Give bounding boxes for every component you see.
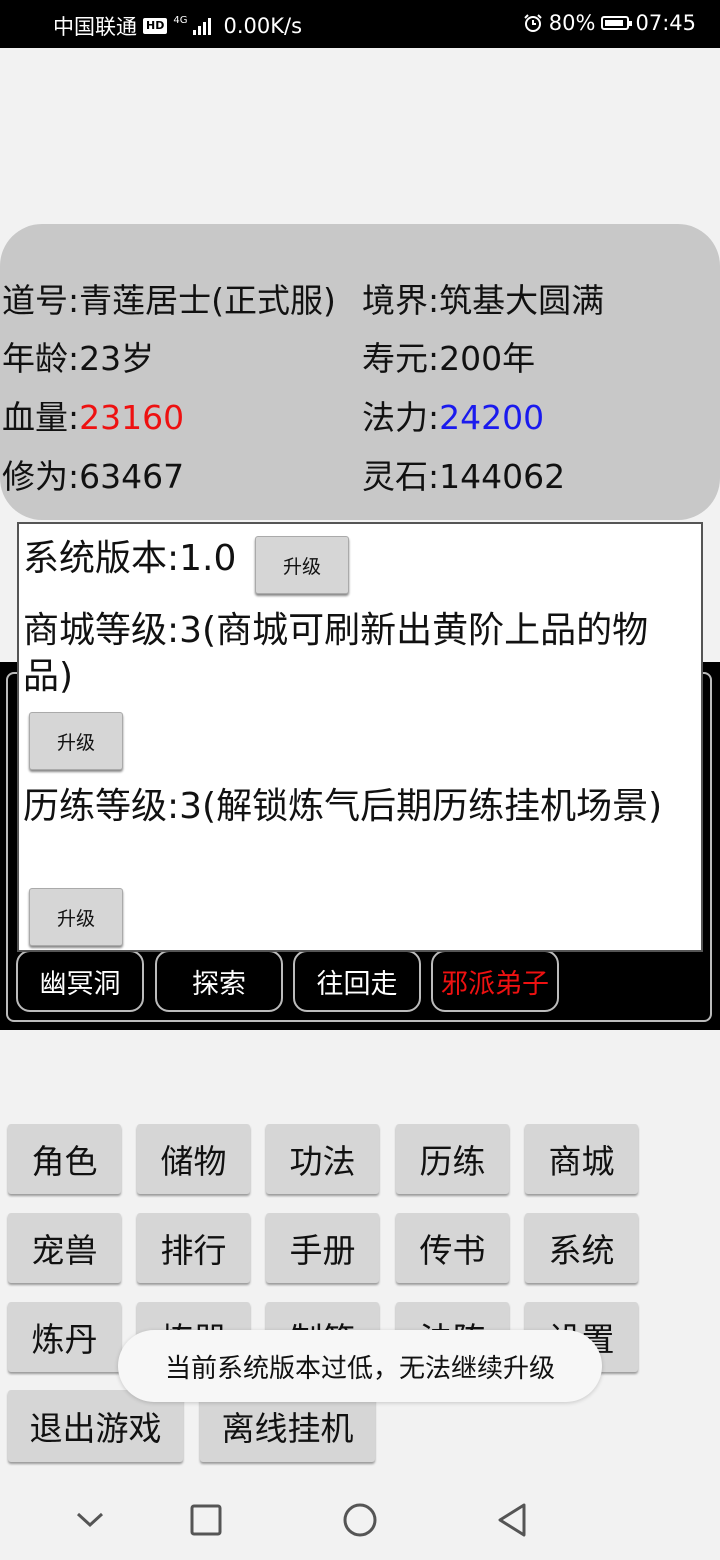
menu-character[interactable]: 角色 [8,1124,121,1194]
menu-ranking[interactable]: 排行 [137,1213,250,1283]
menu-manual[interactable]: 手册 [266,1213,379,1283]
network-speed: 0.00K/s [223,14,303,38]
status-left: 中国联通 HD 4G 0.00K/s [53,11,302,41]
menu-system[interactable]: 系统 [525,1213,638,1283]
scene-button-evil-disciple[interactable]: 邪派弟子 [431,950,559,1012]
age: 年龄:23岁 [2,339,155,378]
recent-apps-icon[interactable] [188,1500,224,1540]
battery-percent: 80% [548,11,596,35]
menu-alchemy[interactable]: 炼丹 [8,1302,121,1372]
scene-button-youming[interactable]: 幽冥洞 [16,950,144,1012]
mana-value: 24200 [439,398,545,437]
info-row-name: 道号:青莲居士(正式服) 境界:筑基大圆满 [2,274,604,322]
menu-skills[interactable]: 功法 [266,1124,379,1194]
status-right: 80% 07:45 [523,11,696,35]
dao-name: 道号:青莲居士(正式服) [2,281,336,320]
status-bar: 中国联通 HD 4G 0.00K/s 80% 07:45 [0,0,720,48]
menu-messages[interactable]: 传书 [396,1213,509,1283]
train-level-text: 历练等级:3(解锁炼气后期历练挂机场景) [23,786,663,827]
scene-button-explore[interactable]: 探索 [155,950,283,1012]
system-version-text: 系统版本:1.0 [23,538,237,579]
spirit-stones: 灵石:144062 [362,457,566,496]
signal-icon [193,17,212,35]
alarm-icon [524,14,542,32]
menu-pets[interactable]: 宠兽 [8,1213,121,1283]
cultivation: 修为:63467 [2,457,185,496]
toast-message: 当前系统版本过低，无法继续升级 [118,1330,602,1402]
carrier-label: 中国联通 [53,15,137,39]
mana-label: 法力: [362,398,440,437]
info-row-hp: 血量:23160 法力:24200 [2,391,544,439]
system-upgrade-dialog: 系统版本:1.0 升级 商城等级:3(商城可刷新出黄阶上品的物品) 升级 历练等… [17,522,703,952]
realm: 境界:筑基大圆满 [362,281,605,320]
hp-stat: 血量:23160 [2,398,184,437]
navigation-bar [0,1478,720,1560]
clock: 07:45 [635,11,696,35]
scene-button-go-back[interactable]: 往回走 [293,950,421,1012]
menu-training[interactable]: 历练 [396,1124,509,1194]
upgrade-version-button[interactable]: 升级 [255,536,349,594]
info-row-cultivation: 修为:63467 灵石:144062 [2,450,565,498]
hp-label: 血量: [2,398,80,437]
battery-icon [601,16,633,30]
chevron-down-icon[interactable] [74,1500,106,1540]
back-icon[interactable] [494,1500,530,1540]
info-row-age: 年龄:23岁 寿元:200年 [2,332,535,380]
hp-value: 23160 [79,398,185,437]
menu-shop[interactable]: 商城 [525,1124,638,1194]
upgrade-shop-button[interactable]: 升级 [29,712,123,770]
mana-stat: 法力:24200 [362,391,544,439]
upgrade-train-button[interactable]: 升级 [29,888,123,946]
character-info-panel: 道号:青莲居士(正式服) 境界:筑基大圆满 年龄:23岁 寿元:200年 血量:… [0,224,720,520]
menu-storage[interactable]: 储物 [137,1124,250,1194]
home-icon[interactable] [340,1500,380,1540]
network-type-label: 4G [173,14,188,26]
shop-level-text: 商城等级:3(商城可刷新出黄阶上品的物品) [23,610,649,697]
lifespan: 寿元:200年 [362,339,536,378]
hd-icon: HD [143,18,168,34]
